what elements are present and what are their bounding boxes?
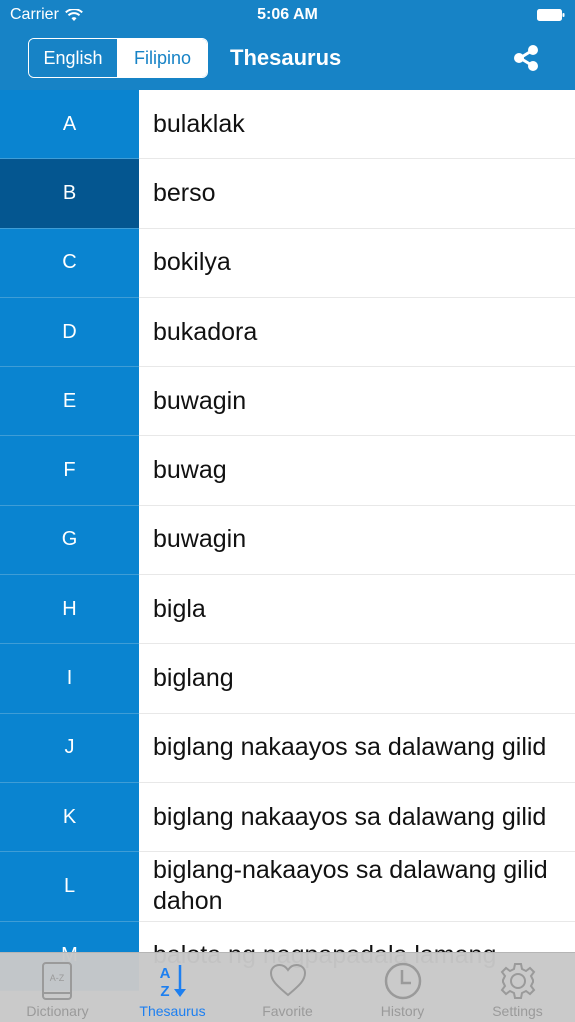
index-letter[interactable]: I (0, 644, 139, 714)
segment-english[interactable]: English (29, 39, 118, 77)
entry-word[interactable]: biglang (139, 644, 575, 714)
list-item[interactable]: Fbuwag (0, 436, 575, 506)
tab-label: Favorite (262, 1003, 313, 1019)
battery-icon (537, 9, 565, 21)
list-item[interactable]: Abulaklak (0, 90, 575, 160)
list-item[interactable]: Ibiglang (0, 644, 575, 714)
language-segmented-control: English Filipino (28, 38, 208, 78)
list-item[interactable]: Lbiglang-nakaayos sa dalawang gilid daho… (0, 852, 575, 922)
svg-text:Z: Z (160, 983, 169, 1000)
status-time: 5:06 AM (257, 6, 318, 23)
gear-icon (500, 963, 535, 999)
tab-bar: A-Z Dictionary AZ Thesaurus Favorite His… (0, 952, 575, 1022)
entry-word[interactable]: bokilya (139, 229, 575, 298)
list-item[interactable]: Ebuwagin (0, 367, 575, 437)
entry-word[interactable]: biglang-nakaayos sa dalawang gilid dahon (139, 852, 575, 922)
list-item[interactable]: Jbiglang nakaayos sa dalawang gilid (0, 713, 575, 783)
list-item[interactable]: Bberso (0, 159, 575, 229)
entry-word[interactable]: bulaklak (139, 90, 575, 160)
tab-label: History (380, 1003, 425, 1019)
index-letter[interactable]: B (0, 159, 139, 229)
tab-label: Thesaurus (139, 1003, 206, 1019)
index-letter[interactable]: A (0, 90, 139, 160)
clock-icon (384, 962, 421, 1000)
index-letter[interactable]: E (0, 367, 139, 437)
svg-text:A: A (159, 965, 170, 982)
index-letter[interactable]: L (0, 852, 139, 922)
entry-word[interactable]: buwagin (139, 367, 575, 437)
entry-word[interactable]: buwag (139, 436, 575, 506)
index-letter[interactable]: G (0, 505, 139, 576)
segment-filipino[interactable]: Filipino (118, 39, 207, 77)
tab-label: Settings (492, 1003, 543, 1019)
az-sort-icon: AZ (159, 965, 186, 1000)
thesaurus-list: Abulaklak Bberso Cbokilya Dbukadora Ebuwagin… (0, 90, 575, 991)
tab-thesaurus[interactable]: AZ Thesaurus (115, 953, 230, 1022)
navigation-header: Carrier 5:06 AM English Filipino Thesaur… (0, 0, 575, 90)
index-letter[interactable]: C (0, 228, 139, 298)
tab-dictionary[interactable]: A-Z Dictionary (0, 953, 115, 1022)
index-letter[interactable]: K (0, 782, 139, 853)
index-letter[interactable]: J (0, 713, 139, 783)
list-item[interactable]: Cbokilya (0, 228, 575, 298)
entry-word[interactable]: bukadora (139, 298, 575, 368)
list-item[interactable]: Hbigla (0, 575, 575, 645)
tab-label: Dictionary (26, 1003, 89, 1019)
list-item[interactable]: Dbukadora (0, 297, 575, 368)
list-item[interactable]: Kbiglang nakaayos sa dalawang gilid (0, 782, 575, 853)
entry-word[interactable]: buwagin (139, 506, 575, 576)
share-icon[interactable] (511, 42, 543, 74)
list-item[interactable]: Gbuwagin (0, 505, 575, 576)
index-letter[interactable]: F (0, 436, 139, 506)
status-bar: Carrier 5:06 AM (0, 0, 575, 30)
entry-word[interactable]: bigla (139, 575, 575, 645)
index-letter[interactable]: H (0, 575, 139, 645)
svg-text:A-Z: A-Z (49, 973, 64, 983)
entry-word[interactable]: berso (139, 159, 575, 229)
index-letter[interactable]: D (0, 297, 139, 368)
tab-favorite[interactable]: Favorite (230, 953, 345, 1022)
tab-settings[interactable]: Settings (460, 953, 575, 1022)
tab-history[interactable]: History (345, 953, 460, 1022)
page-title: Thesaurus (230, 45, 342, 70)
dictionary-book-icon: A-Z (41, 962, 72, 1000)
entry-word[interactable]: biglang nakaayos sa dalawang gilid (139, 714, 575, 783)
entry-word[interactable]: biglang nakaayos sa dalawang gilid (139, 783, 575, 853)
heart-icon (269, 963, 306, 997)
